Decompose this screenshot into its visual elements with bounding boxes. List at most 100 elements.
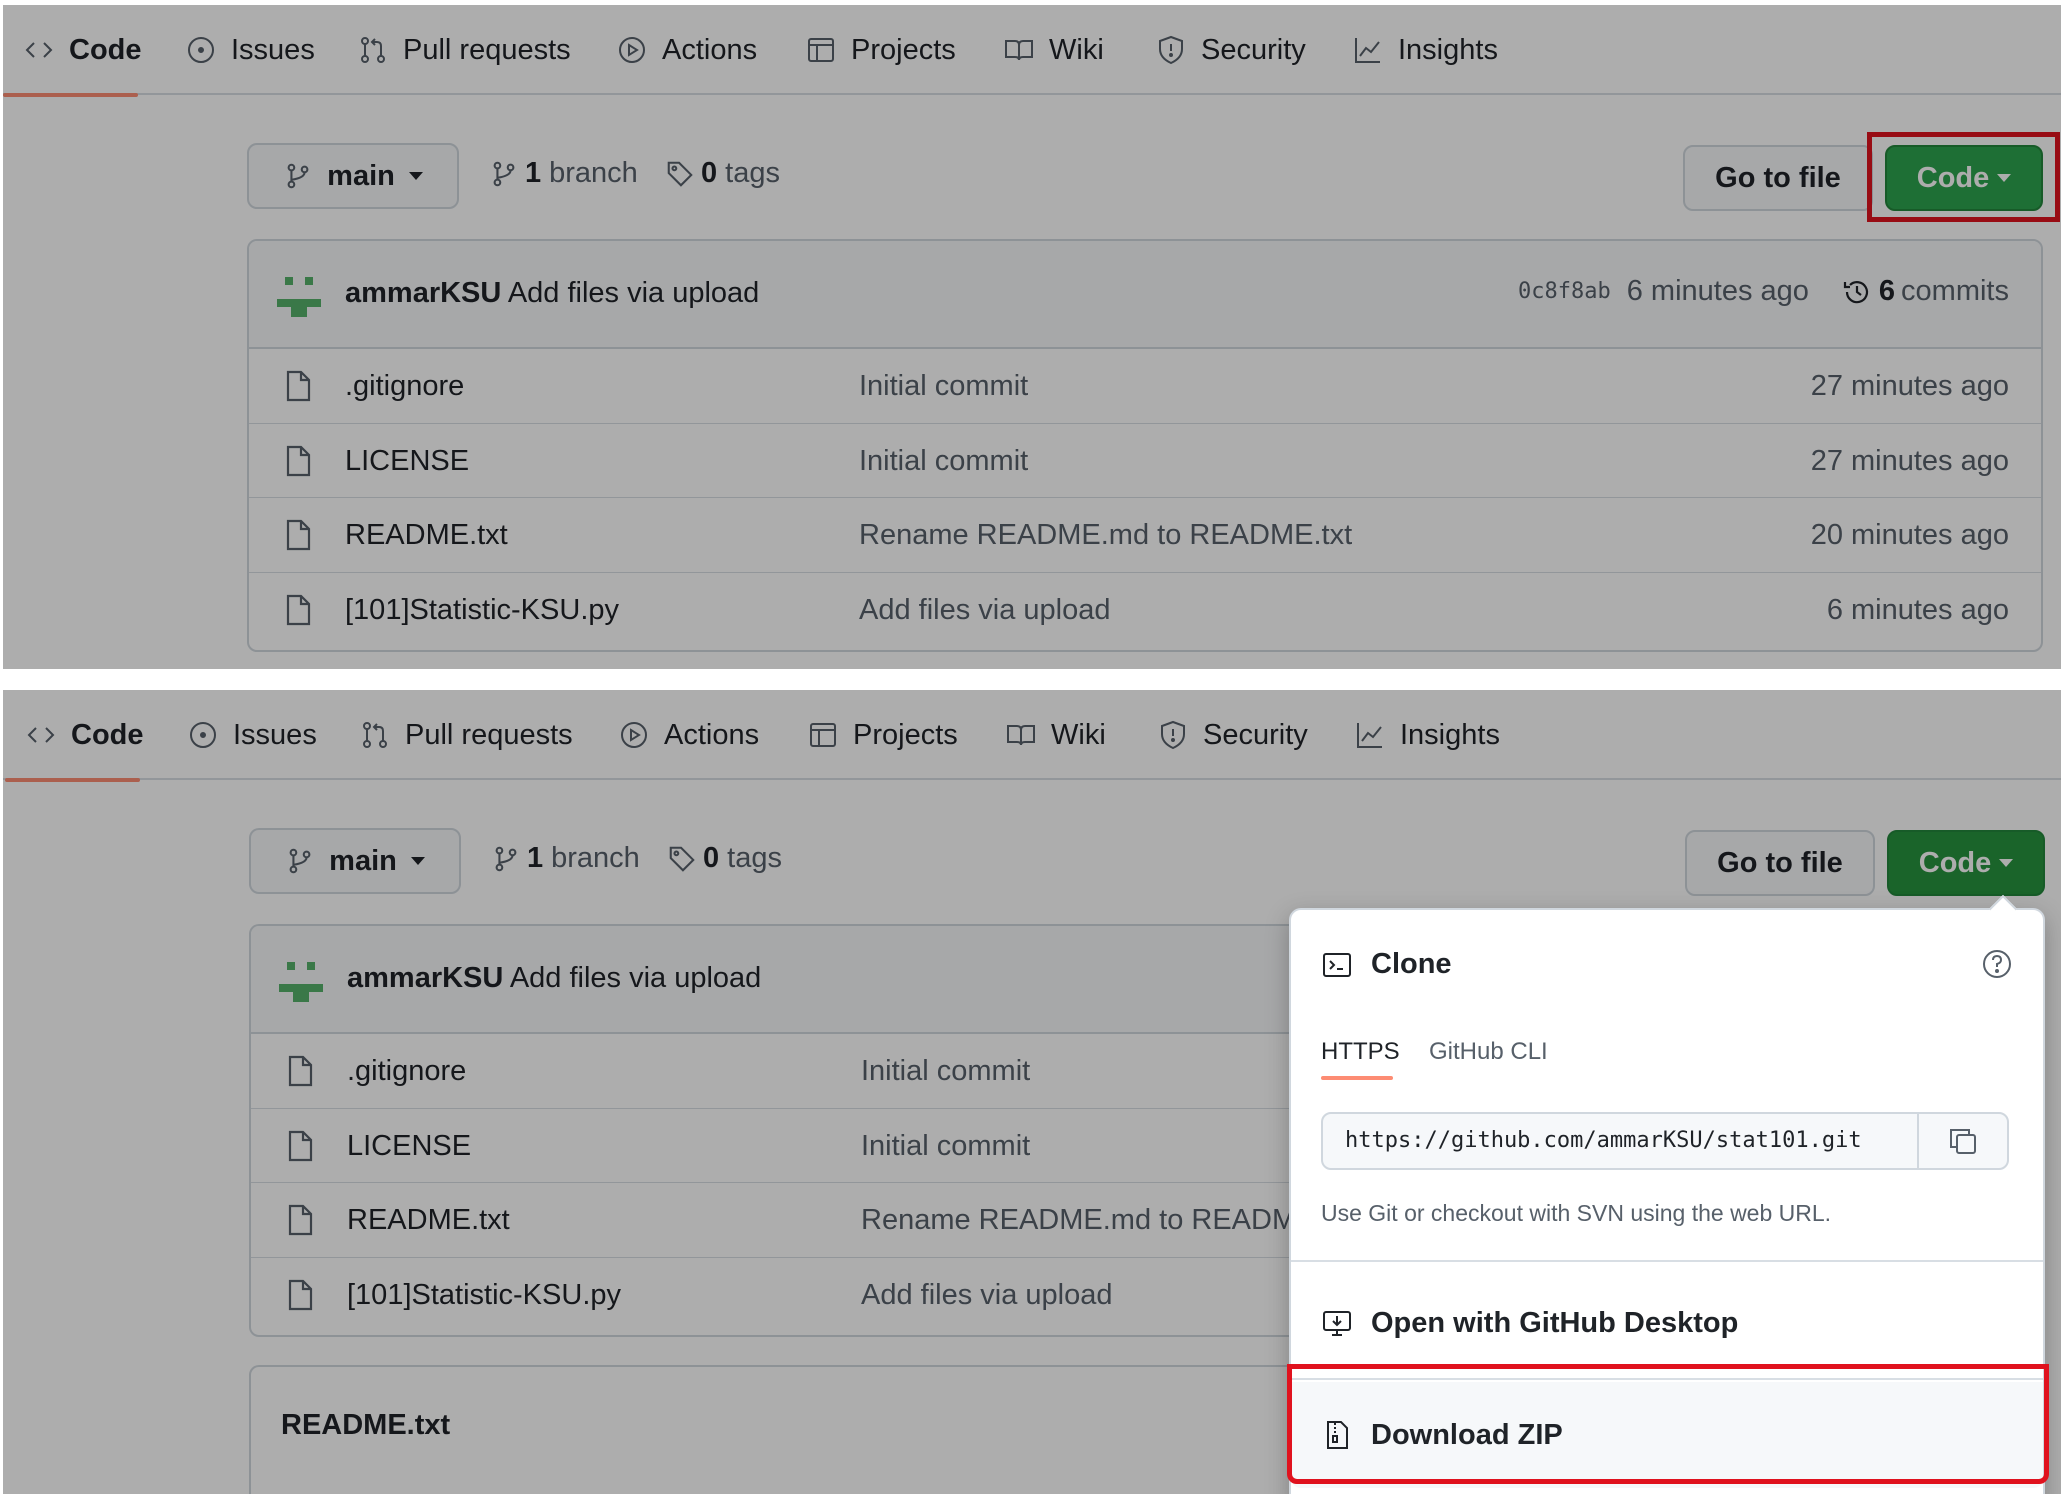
file-name-link[interactable]: README.txt [347,1204,510,1237]
tab-code[interactable]: Code [3,5,142,97]
play-icon [621,722,647,748]
tab-github-cli[interactable]: GitHub CLI [1429,1038,1548,1066]
branches-link[interactable]: 1 branch [491,842,640,875]
chevron-down-icon [408,172,423,180]
latest-commit-bar: ammarKSU Add files via upload 0c8f8ab 6 … [249,241,2041,349]
tab-issues[interactable]: Issues [187,690,317,780]
play-icon [619,37,645,63]
file-commit-link[interactable]: Initial commit [861,1055,1030,1088]
avatar [279,962,323,1002]
tag-icon [667,161,693,187]
file-name-link[interactable]: [101]Statistic-KSU.py [347,1279,621,1312]
dropdown-caret [1988,894,2018,924]
tab-security[interactable]: Security [1155,5,1306,95]
copy-button[interactable] [1917,1114,2007,1168]
tab-security[interactable]: Security [1157,690,1308,780]
file-name-link[interactable]: LICENSE [347,1130,471,1163]
file-commit-link[interactable]: Initial commit [859,370,1028,403]
file-age: 27 minutes ago [1810,370,2009,402]
desktop-download-icon [1323,1311,1351,1336]
file-name-link[interactable]: [101]Statistic-KSU.py [345,594,619,627]
go-to-file-button[interactable]: Go to file [1683,145,1873,211]
file-icon [288,1279,313,1311]
copy-icon [1950,1129,1976,1154]
file-age: 27 minutes ago [1810,445,2009,477]
graph-icon [1357,723,1382,748]
branch-select-button[interactable]: main [249,828,461,894]
history-icon [1843,280,1868,303]
repo-nav: Code Issues Pull requests Actions Projec… [3,690,2061,782]
pull-request-icon [363,722,387,748]
clone-heading: Clone [1321,948,1452,981]
file-name-link[interactable]: README.txt [345,519,508,552]
tags-link[interactable]: 0 tags [667,842,782,875]
branch-select-button[interactable]: main [247,143,459,209]
file-commit-link[interactable]: Rename README.md to README.txt [859,519,1352,552]
table-row: [101]Statistic-KSU.py Add files via uplo… [249,572,2041,646]
book-icon [1005,40,1033,61]
commit-message[interactable]: ammarKSU Add files via upload [345,277,759,310]
issue-icon [188,37,214,63]
commit-age: 6 minutes ago [1626,275,1809,307]
question-icon[interactable] [1981,948,2013,980]
open-desktop-menu-item[interactable]: Open with GitHub Desktop [1291,1270,2043,1376]
active-tab-underline [5,778,140,782]
tab-pull-requests[interactable]: Pull requests [357,5,571,95]
file-icon [286,445,311,477]
file-age: 20 minutes ago [1810,519,2009,551]
file-icon [288,1130,313,1162]
readme-title: README.txt [281,1409,451,1441]
terminal-icon [1323,952,1351,977]
file-commit-link[interactable]: Rename README.md to README.t [861,1204,1332,1237]
tab-issues[interactable]: Issues [185,5,315,95]
file-icon [286,594,311,626]
table-row: README.txt Rename README.md to README.tx… [249,497,2041,571]
branches-link[interactable]: 1 branch [489,157,638,190]
pull-request-icon [361,37,385,63]
tab-insights[interactable]: Insights [1352,5,1498,95]
shield-icon [1161,720,1185,750]
table-row: .gitignore Initial commit 27 minutes ago [249,349,2041,423]
tab-projects[interactable]: Projects [805,5,956,95]
file-icon [288,1055,313,1087]
screenshot-step-1: Code Issues Pull requests Actions Projec… [3,5,2061,669]
tab-pull-requests[interactable]: Pull requests [359,690,573,780]
commit-message[interactable]: ammarKSU Add files via upload [347,962,761,995]
tab-code[interactable]: Code [5,690,144,782]
clone-url-field[interactable]: https://github.com/ammarKSU/stat101.git [1321,1112,2009,1170]
active-tab-underline [1321,1076,1393,1080]
code-icon [27,727,55,743]
tag-icon [669,846,695,872]
chevron-down-icon [1999,859,2014,867]
file-commit-link[interactable]: Add files via upload [859,594,1111,627]
commits-history-link[interactable]: 6 commits [1841,275,2009,308]
tab-wiki[interactable]: Wiki [1005,690,1106,780]
code-button[interactable]: Code [1887,830,2045,896]
screenshot-step-2: Code Issues Pull requests Actions Projec… [3,690,2061,1494]
file-commit-link[interactable]: Initial commit [861,1130,1030,1163]
repo-nav: Code Issues Pull requests Actions Projec… [3,5,2061,97]
book-icon [1007,725,1035,746]
file-name-link[interactable]: .gitignore [345,370,464,403]
tags-link[interactable]: 0 tags [665,157,780,190]
tab-projects[interactable]: Projects [807,690,958,780]
file-name-link[interactable]: .gitignore [347,1055,466,1088]
git-branch-icon [495,846,517,871]
tab-actions[interactable]: Actions [616,5,757,95]
file-name-link[interactable]: LICENSE [345,445,469,478]
tab-actions[interactable]: Actions [618,690,759,780]
tab-https[interactable]: HTTPS [1321,1038,1400,1066]
git-branch-icon [287,163,309,189]
chevron-down-icon [410,857,425,865]
table-row: LICENSE Initial commit 27 minutes ago [249,423,2041,497]
file-commit-link[interactable]: Initial commit [859,445,1028,478]
git-branch-icon [493,161,515,186]
commit-sha[interactable]: 0c8f8ab [1518,279,1611,304]
tab-wiki[interactable]: Wiki [1003,5,1104,95]
go-to-file-button[interactable]: Go to file [1685,830,1875,896]
tab-insights[interactable]: Insights [1354,690,1500,780]
file-age: 6 minutes ago [1826,594,2009,626]
highlight-code-button [1867,132,2060,222]
file-commit-link[interactable]: Add files via upload [861,1279,1113,1312]
shield-icon [1159,35,1183,65]
